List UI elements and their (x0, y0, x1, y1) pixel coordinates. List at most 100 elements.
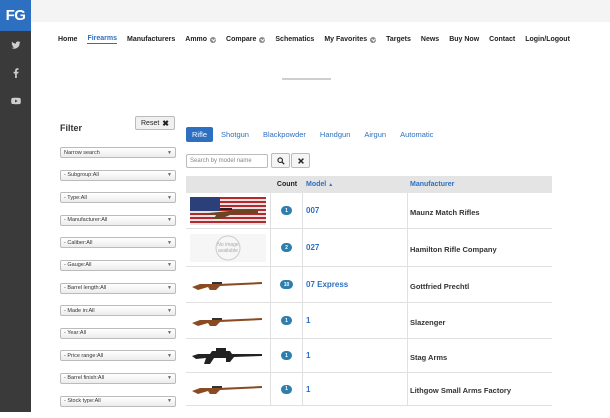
nav-news[interactable]: News (421, 35, 439, 44)
model-link: 07 Express (306, 280, 349, 289)
count-badge: 1 (281, 351, 292, 360)
count-cell: 2 (271, 229, 303, 266)
site-logo[interactable]: FG (0, 0, 31, 31)
manufacturer-cell: Maunz Match Rifles (408, 202, 552, 220)
facebook-icon[interactable] (0, 59, 31, 87)
tab-rifle[interactable]: Rifle (186, 127, 214, 142)
tab-blackpowder[interactable]: Blackpowder (257, 127, 312, 142)
model-cell[interactable]: 1 (303, 339, 408, 372)
firearm-thumbnail[interactable] (186, 303, 271, 338)
tab-handgun[interactable]: Handgun (314, 127, 356, 142)
model-cell[interactable]: 007 (303, 193, 408, 228)
table-row[interactable]: 1 1 Stag Arms (186, 339, 552, 373)
filter-title: Filter (60, 123, 83, 133)
count-badge: 10 (279, 280, 294, 289)
manufacturer-header[interactable]: Manufacturer (408, 181, 552, 188)
model-cell[interactable]: 1 (303, 373, 408, 405)
nav-login-logout[interactable]: Login/Logout (525, 35, 570, 44)
tab-automatic[interactable]: Automatic (394, 127, 439, 142)
table-row[interactable]: 1 007 Maunz Match Rifles (186, 193, 552, 229)
manufacturer-cell: Lithgow Small Arms Factory (408, 380, 552, 398)
nav-contact[interactable]: Contact (489, 35, 515, 44)
filter-select[interactable]: - Gauge:All ▼ (60, 259, 176, 271)
manufacturer-name: Stag Arms (410, 352, 448, 362)
nav-targets[interactable]: Targets (386, 35, 411, 44)
firearm-thumbnail[interactable] (186, 193, 271, 228)
filter-select[interactable]: - Type:All ▼ (60, 192, 176, 204)
count-badge: 1 (281, 384, 292, 394)
filter-select[interactable]: - Made in:All ▼ (60, 305, 176, 317)
sort-asc-icon: ▲ (328, 182, 334, 188)
filter-select[interactable]: - Barrel length:All ▼ (60, 282, 176, 294)
table-row[interactable]: 1 1 Slazenger (186, 303, 552, 339)
divider (282, 78, 331, 80)
filter-select[interactable]: - Price range:All ▼ (60, 350, 176, 362)
model-cell[interactable]: 07 Express (303, 267, 408, 302)
nav-home[interactable]: Home (58, 35, 77, 44)
tab-shotgun[interactable]: Shotgun (215, 127, 255, 142)
chevron-down-icon (370, 36, 377, 43)
filter-select[interactable]: - Stock type:All ▼ (60, 395, 176, 407)
model-link: 1 (306, 384, 311, 394)
nav-my-favorites[interactable]: My Favorites (324, 35, 377, 44)
manufacturer-name: Gottfried Prechtl (410, 281, 470, 291)
tab-airgun[interactable]: Airgun (358, 127, 392, 142)
filter-select[interactable]: - Manufacturer:All ▼ (60, 214, 176, 226)
firearm-thumbnail[interactable] (186, 373, 271, 405)
filter-select[interactable]: - Barrel finish:All ▼ (60, 372, 176, 384)
filter-selects: Narrow search ▼ - Subgroup:All ▼ - Type:All ▼… (60, 147, 176, 418)
clear-search-button[interactable] (291, 153, 310, 168)
chevron-down-icon: ▼ (167, 307, 172, 314)
firearm-thumbnail[interactable] (186, 339, 271, 372)
firearm-thumbnail[interactable] (186, 267, 271, 302)
filter-select[interactable]: - Subgroup:All ▼ (60, 169, 176, 181)
filter-select[interactable]: - Year:All ▼ (60, 327, 176, 339)
model-cell[interactable]: 027 (303, 229, 408, 266)
top-bar (31, 0, 610, 22)
chevron-down-icon: ▼ (167, 262, 172, 269)
count-header[interactable]: Count (271, 181, 303, 188)
clear-icon (297, 157, 304, 164)
main-nav: Home Firearms Manufacturers Ammo Compare Sche… (58, 35, 580, 44)
count-cell: 1 (271, 339, 303, 372)
table-row[interactable]: 1 1 Lithgow Small Arms Factory (186, 373, 552, 406)
count-cell: 10 (271, 267, 303, 302)
youtube-icon[interactable] (0, 87, 31, 115)
results-table: Count Model ▲ Manufacturer 1 007 Maunz M… (186, 176, 552, 406)
nav-manufacturers[interactable]: Manufacturers (127, 35, 175, 44)
chevron-down-icon: ▼ (167, 352, 172, 359)
firearm-thumbnail[interactable]: No image available (186, 229, 271, 266)
reset-label: Reset (141, 119, 160, 127)
category-tabs: Rifle Shotgun Blackpowder Handgun Airgun Auto… (186, 127, 441, 142)
count-cell: 1 (271, 373, 303, 405)
model-header[interactable]: Model ▲ (303, 181, 408, 188)
search-button[interactable] (271, 153, 290, 168)
manufacturer-cell: Slazenger (408, 312, 552, 330)
twitter-icon[interactable] (0, 31, 31, 59)
manufacturer-name: Maunz Match Rifles (410, 207, 480, 217)
manufacturer-cell: Stag Arms (408, 347, 552, 365)
nav-compare[interactable]: Compare (226, 35, 266, 44)
chevron-down-icon: ▼ (167, 375, 172, 382)
manufacturer-cell: Gottfried Prechtl (408, 276, 552, 294)
chevron-down-icon (210, 36, 217, 43)
nav-ammo[interactable]: Ammo (185, 35, 217, 44)
reset-button[interactable]: Reset ✖ (135, 116, 175, 130)
count-badge: 1 (281, 316, 292, 325)
chevron-down-icon: ▼ (167, 239, 172, 246)
manufacturer-cell: Hamilton Rifle Company (408, 239, 552, 257)
search-icon (276, 156, 285, 165)
manufacturer-name: Slazenger (410, 317, 446, 327)
filter-select[interactable]: Narrow search ▼ (60, 147, 176, 158)
search-input[interactable]: Search by model name (186, 154, 268, 168)
table-row[interactable]: 10 07 Express Gottfried Prechtl (186, 267, 552, 303)
model-cell[interactable]: 1 (303, 303, 408, 338)
chevron-down-icon: ▼ (167, 194, 172, 201)
table-header: Count Model ▲ Manufacturer (186, 176, 552, 193)
chevron-down-icon: ▼ (167, 149, 172, 156)
table-row[interactable]: No image available 2 027 Hamilton Rifle C… (186, 229, 552, 267)
filter-select[interactable]: - Caliber:All ▼ (60, 237, 176, 249)
nav-firearms[interactable]: Firearms (87, 35, 118, 44)
nav-schematics[interactable]: Schematics (275, 35, 314, 44)
nav-buy-now[interactable]: Buy Now (449, 35, 479, 44)
